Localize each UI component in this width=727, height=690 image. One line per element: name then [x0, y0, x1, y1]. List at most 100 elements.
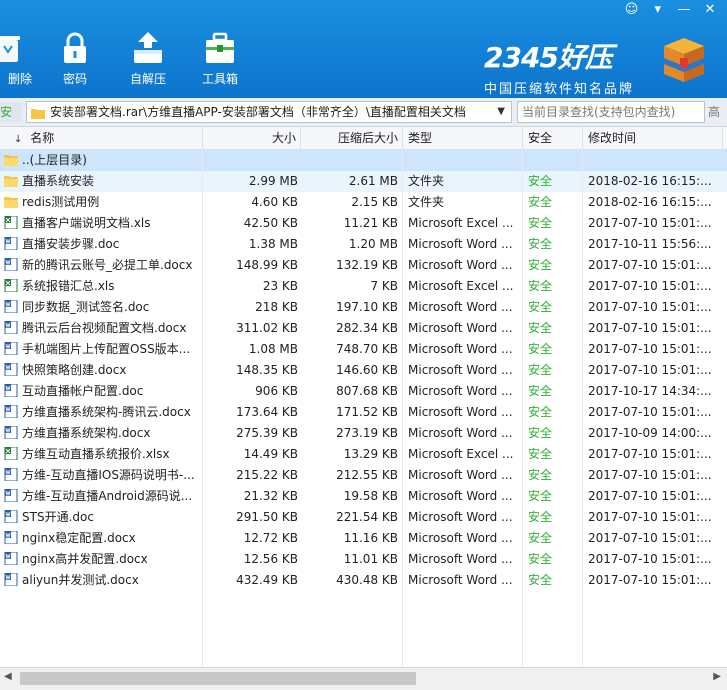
self-extract-button[interactable]: 自解压: [118, 30, 178, 87]
menu-dropdown-icon[interactable]: ▾: [647, 2, 669, 17]
table-row[interactable]: nginx高并发配置.docx 12.56 KB 11.01 KB Microsoft…: [0, 549, 727, 570]
file-compressed-size: 221.54 KB: [336, 510, 398, 524]
toolbar: ☺ ▾ — ✕ 删除 密码 自解压 工具箱 2345好压 中国压缩软件知名品牌: [0, 0, 727, 98]
file-type: Microsoft Word ...: [408, 468, 513, 482]
col-compressed[interactable]: 压缩后大小: [300, 127, 403, 149]
file-name-cell: 系统报错汇总.xls: [4, 276, 200, 297]
scroll-right-icon[interactable]: ▶: [713, 671, 721, 682]
file-modified: 2017-07-10 15:01:...: [588, 405, 712, 419]
file-size: 23 KB: [262, 279, 298, 293]
file-type: Microsoft Word ...: [408, 321, 513, 335]
table-row[interactable]: STS开通.doc 291.50 KB 221.54 KB Microsoft Wor…: [0, 507, 727, 528]
brand-logo: 2345好压 中国压缩软件知名品牌: [484, 36, 634, 97]
chevron-down-icon[interactable]: ▼: [497, 102, 505, 122]
search-input[interactable]: 当前目录查找(支持包内查找): [517, 101, 705, 123]
table-row[interactable]: 方维-互动直播IOS源码说明书-... 215.22 KB 212.55 KB Mic…: [0, 465, 727, 486]
table-row[interactable]: ..(上层目录): [0, 150, 727, 171]
close-icon[interactable]: ✕: [699, 2, 721, 17]
file-compressed-size: 171.52 KB: [336, 405, 398, 419]
file-compressed-size: 748.70 KB: [336, 342, 398, 356]
table-row[interactable]: 系统报错汇总.xls 23 KB 7 KB Microsoft Excel ... 安全…: [0, 276, 727, 297]
table-row[interactable]: nginx稳定配置.docx 12.72 KB 11.16 KB Microsoft …: [0, 528, 727, 549]
col-modified[interactable]: 修改时间: [582, 127, 723, 149]
file-compressed-size: 2.61 MB: [348, 174, 398, 188]
file-name-cell: 方维-互动直播IOS源码说明书-...: [4, 465, 200, 486]
lock-icon: [64, 32, 86, 63]
path-field[interactable]: 安装部署文档.rar\方维直播APP-安装部署文档（非常齐全）\直播配置相关文档…: [26, 101, 512, 123]
delete-button[interactable]: 删除: [0, 30, 38, 87]
col-safety[interactable]: 安全: [522, 127, 583, 149]
feedback-icon[interactable]: ☺: [621, 2, 643, 17]
file-safety: 安全: [528, 426, 553, 440]
col-size[interactable]: 大小: [202, 127, 301, 149]
table-row[interactable]: 手机端图片上传配置OSS版本... 1.08 MB 748.70 KB Microso…: [0, 339, 727, 360]
file-compressed-size: 146.60 KB: [336, 363, 398, 377]
table-row[interactable]: 方维互动直播系统报价.xlsx 14.49 KB 13.29 KB Microsoft…: [0, 444, 727, 465]
table-row[interactable]: 直播系统安装 2.99 MB 2.61 MB 文件夹 安全 2018-02-16 16:1…: [0, 171, 727, 192]
self-extract-icon: [134, 32, 162, 63]
table-row[interactable]: 互动直播帐户配置.doc 906 KB 807.68 KB Microsoft Wor…: [0, 381, 727, 402]
file-name-cell: 互动直播帐户配置.doc: [4, 381, 200, 402]
word-file-icon: [4, 405, 18, 418]
file-name-cell: 手机端图片上传配置OSS版本...: [4, 339, 200, 360]
table-row[interactable]: 新的腾讯云账号_必提工单.docx 148.99 KB 132.19 KB Micro…: [0, 255, 727, 276]
table-row[interactable]: 方维-互动直播Android源码说... 21.32 KB 19.58 KB Micr…: [0, 486, 727, 507]
file-type: Microsoft Word ...: [408, 552, 513, 566]
file-modified: 2017-10-17 14:34:...: [588, 384, 712, 398]
table-row[interactable]: redis测试用例 4.60 KB 2.15 KB 文件夹 安全 2018-02-16 1…: [0, 192, 727, 213]
word-file-icon: [4, 531, 18, 544]
password-button[interactable]: 密码: [45, 30, 105, 87]
file-name: nginx高并发配置.docx: [22, 552, 148, 566]
file-safety: 安全: [528, 552, 553, 566]
file-modified: 2017-07-10 15:01:...: [588, 573, 712, 587]
table-row[interactable]: 方维直播系统架构.docx 275.39 KB 273.19 KB Microsoft…: [0, 423, 727, 444]
file-size: 1.38 MB: [248, 237, 298, 251]
file-size: 906 KB: [255, 384, 298, 398]
file-safety: 安全: [528, 573, 553, 587]
file-size: 4.60 KB: [251, 195, 298, 209]
file-name: 同步数据_测试签名.doc: [22, 300, 150, 314]
table-row[interactable]: 同步数据_测试签名.doc 218 KB 197.10 KB Microsoft Wo…: [0, 297, 727, 318]
table-row[interactable]: 腾讯云后台视频配置文档.docx 311.02 KB 282.34 KB Micros…: [0, 318, 727, 339]
safety-tab[interactable]: 安全: [0, 102, 22, 122]
file-compressed-size: 1.20 MB: [348, 237, 398, 251]
file-size: 218 KB: [255, 300, 298, 314]
file-compressed-size: 197.10 KB: [336, 300, 398, 314]
file-size: 1.08 MB: [248, 342, 298, 356]
file-type: 文件夹: [408, 195, 445, 209]
folder-icon: [31, 108, 45, 119]
col-name[interactable]: ↓ 名称: [0, 127, 203, 149]
horizontal-scrollbar[interactable]: ◀ ▶: [0, 667, 727, 690]
table-row[interactable]: 直播安装步骤.doc 1.38 MB 1.20 MB Microsoft Word .…: [0, 234, 727, 255]
file-safety: 安全: [528, 468, 553, 482]
file-type: Microsoft Word ...: [408, 342, 513, 356]
toolbox-icon: [206, 32, 234, 63]
file-size: 148.35 KB: [236, 363, 298, 377]
minimize-icon[interactable]: —: [673, 2, 695, 17]
toolbox-button[interactable]: 工具箱: [190, 30, 250, 87]
file-modified: 2017-07-10 15:01:...: [588, 468, 712, 482]
file-safety: 安全: [528, 216, 553, 230]
word-file-icon: [4, 237, 18, 250]
table-row[interactable]: aliyun并发测试.docx 432.49 KB 430.48 KB Microso…: [0, 570, 727, 591]
scroll-left-icon[interactable]: ◀: [4, 671, 12, 682]
file-modified: 2017-07-10 15:01:...: [588, 531, 712, 545]
scrollbar-thumb[interactable]: [20, 672, 416, 685]
table-row[interactable]: 方维直播系统架构-腾讯云.docx 173.64 KB 171.52 KB Micro…: [0, 402, 727, 423]
file-name: 方维互动直播系统报价.xlsx: [22, 447, 170, 461]
table-row[interactable]: 快照策略创建.docx 148.35 KB 146.60 KB Microsoft W…: [0, 360, 727, 381]
column-divider: [402, 149, 403, 667]
window-controls: ☺ ▾ — ✕: [621, 2, 721, 17]
file-size: 2.99 MB: [248, 174, 298, 188]
word-file-icon: [4, 426, 18, 439]
file-name: 系统报错汇总.xls: [22, 279, 115, 293]
file-compressed-size: 13.29 KB: [343, 447, 398, 461]
file-size: 275.39 KB: [236, 426, 298, 440]
file-compressed-size: 11.21 KB: [343, 216, 398, 230]
col-type[interactable]: 类型: [402, 127, 523, 149]
file-name: 手机端图片上传配置OSS版本...: [22, 342, 191, 356]
file-name-cell: 方维-互动直播Android源码说...: [4, 486, 200, 507]
file-safety: 安全: [528, 258, 553, 272]
file-size: [202, 150, 298, 171]
table-row[interactable]: 直播客户端说明文档.xls 42.50 KB 11.21 KB Microsoft E…: [0, 213, 727, 234]
